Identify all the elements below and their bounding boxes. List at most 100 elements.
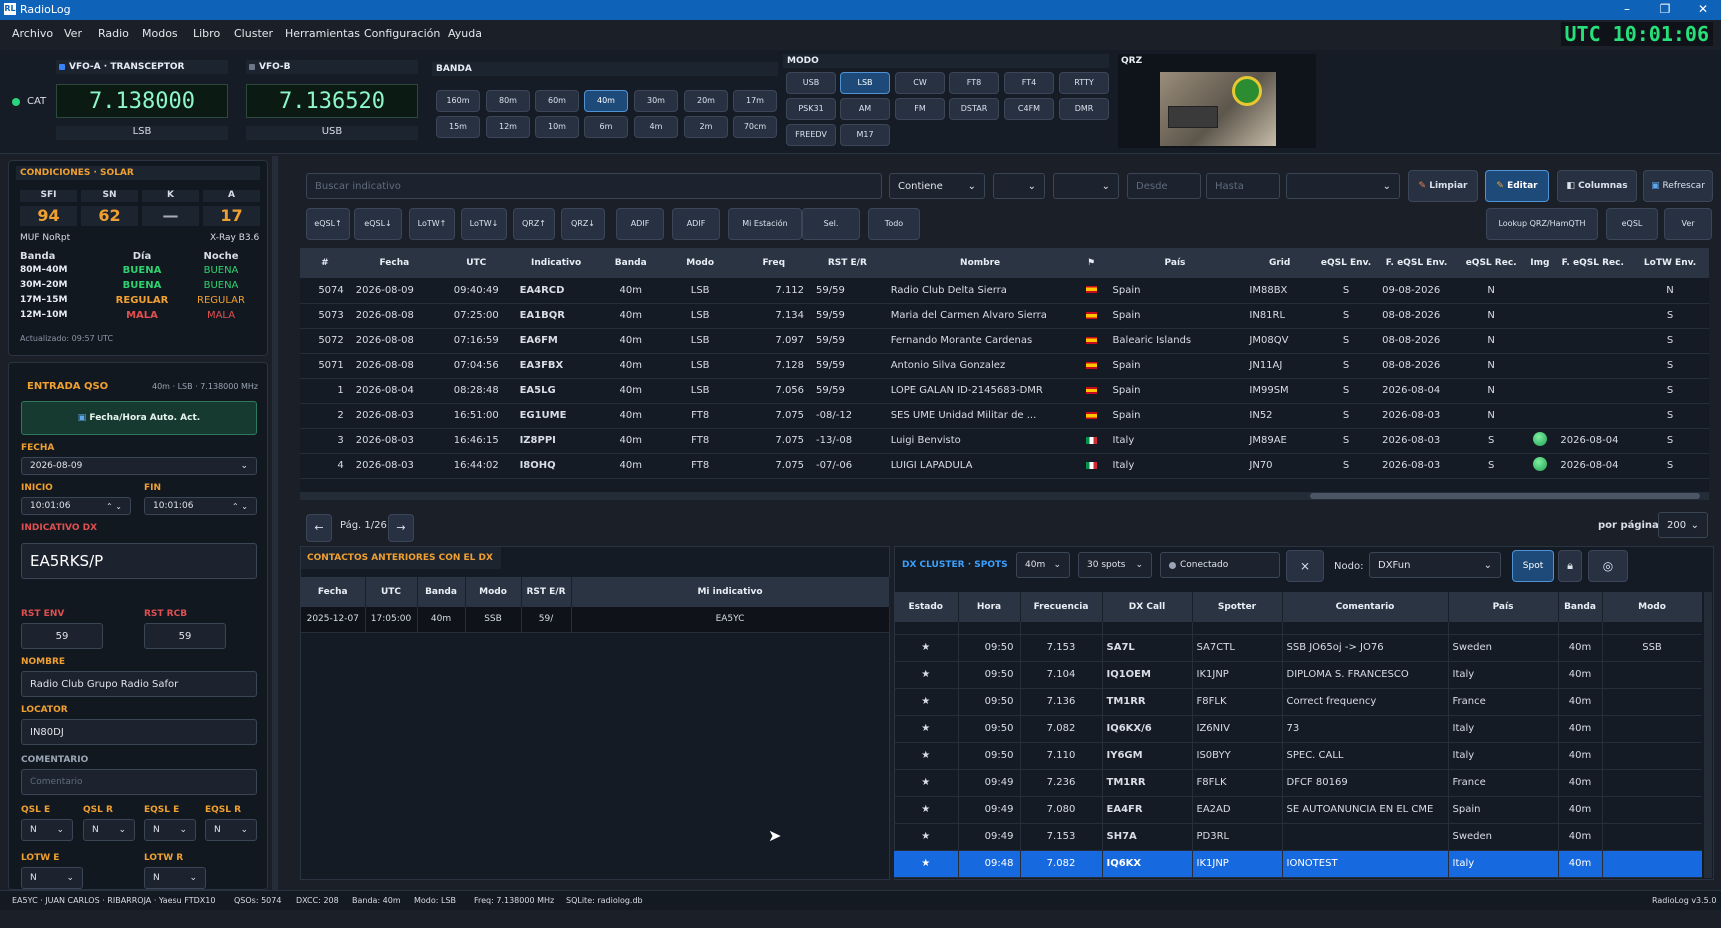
mode-cw-button[interactable]: CW [895, 72, 945, 94]
menu-modos[interactable]: Modos [142, 27, 178, 40]
cluster-row[interactable]: ★ 09:50 7.082 IQ6KX/6 IZ6NIV 73 Italy 40m [894, 715, 1702, 743]
log-col-header[interactable]: LoTW Env. [1631, 248, 1709, 278]
comentario-input[interactable]: Comentario [21, 769, 257, 795]
tool-button-3[interactable]: LoTW↓ [461, 208, 507, 240]
log-row[interactable]: 5071 2026-08-08 07:04:56 EA3FBX 40m LSB 7.128 5… [300, 353, 1709, 379]
menu-archivo[interactable]: Archivo [12, 27, 53, 40]
tool-button-0[interactable]: eQSL↑ [306, 208, 350, 240]
prev-col-header[interactable]: Fecha [301, 577, 366, 607]
log-row[interactable]: 5074 2026-08-09 09:40:49 EA4RCD 40m LSB 7.112 5… [300, 278, 1709, 304]
vfob-frequency[interactable]: 7.136520 [246, 84, 418, 118]
log-col-header[interactable]: UTC [438, 248, 514, 278]
cluster-col-header[interactable]: Banda [1558, 592, 1603, 622]
log-col-header[interactable]: Banda [598, 248, 663, 278]
qsl-select-1[interactable]: N ⌄ [83, 819, 135, 841]
menu-herramientas[interactable]: Herramientas [285, 27, 360, 40]
prev-col-header[interactable]: UTC [365, 577, 418, 607]
log-row[interactable]: 5073 2026-08-08 07:25:00 EA1BQR 40m LSB 7.134 5… [300, 303, 1709, 329]
spinner-icon[interactable]: ⌃ ⌄ [106, 502, 122, 511]
qsl-select-2[interactable]: N ⌄ [144, 819, 196, 841]
prev-page-button[interactable]: ← [306, 514, 332, 542]
band-160m-button[interactable]: 160m [436, 90, 480, 112]
match-mode-select[interactable]: Contiene ⌄ [889, 173, 985, 199]
menu-libro[interactable]: Libro [193, 27, 220, 40]
band-17m-button[interactable]: 17m [733, 90, 777, 112]
fecha-field[interactable]: 2026-08-09 ⌄ [21, 457, 257, 475]
band-60m-button[interactable]: 60m [535, 90, 579, 112]
eqsl-image-icon[interactable] [1532, 432, 1547, 446]
log-col-header[interactable]: Freq [737, 248, 811, 278]
log-col-header[interactable]: Modo [662, 248, 738, 278]
mode-am-button[interactable]: AM [840, 98, 890, 120]
filter-select-1[interactable]: ⌄ [993, 173, 1045, 199]
cluster-row[interactable]: ★ 09:50 7.136 TM1RR F8FLK Correct frequency Fr… [894, 688, 1702, 716]
menu-ver[interactable]: Ver [64, 27, 82, 40]
log-row[interactable]: 2 2026-08-03 16:51:00 EG1UME 40m FT8 7.075 -08/… [300, 403, 1709, 429]
band-2m-button[interactable]: 2m [684, 116, 728, 138]
locator-input[interactable]: IN80DJ [21, 719, 257, 745]
mode-fm-button[interactable]: FM [895, 98, 945, 120]
log-col-header[interactable]: eQSL Env. [1315, 248, 1377, 278]
log-col-header[interactable]: País [1106, 248, 1244, 278]
tool-right-button-1[interactable]: eQSL [1606, 208, 1658, 240]
menu-cluster[interactable]: Cluster [234, 27, 273, 40]
band-70cm-button[interactable]: 70cm [733, 116, 777, 138]
mode-psk31-button[interactable]: PSK31 [786, 98, 836, 120]
cluster-col-header[interactable]: Hora [958, 592, 1021, 622]
band-12m-button[interactable]: 12m [486, 116, 530, 138]
search-input[interactable]: Buscar indicativo [306, 173, 882, 199]
menu-ayuda[interactable]: Ayuda [448, 27, 482, 40]
log-col-header[interactable]: Grid [1243, 248, 1316, 278]
columnas-button[interactable]: ◧ Columnas [1557, 170, 1637, 202]
log-col-header[interactable]: Nombre [884, 248, 1076, 278]
desde-input[interactable]: Desde [1127, 173, 1201, 199]
cluster-col-header[interactable]: DX Call [1102, 592, 1193, 622]
rst-env-input[interactable]: 59 [21, 623, 103, 649]
limpiar-button[interactable]: ✎ Limpiar [1408, 170, 1478, 202]
cluster-row[interactable]: ★ 09:49 7.236 TM1RR F8FLK DFCF 80169 France 40m [894, 769, 1702, 797]
cluster-col-header[interactable]: Estado [894, 592, 959, 622]
cluster-spots-select[interactable]: 30 spots ⌄ [1078, 552, 1152, 578]
band-15m-button[interactable]: 15m [436, 116, 480, 138]
cluster-row-selected[interactable]: ★ 09:48 7.082 IQ6KX IK1JNP IONOTEST Italy 40m [894, 850, 1702, 878]
mode-freedv-button[interactable]: FREEDV [786, 124, 836, 146]
tool-right-button-2[interactable]: Ver [1664, 208, 1712, 240]
mode-lsb-button[interactable]: LSB [840, 72, 890, 94]
log-col-header[interactable]: eQSL Rec. [1456, 248, 1526, 278]
auto-datetime-button[interactable]: ▣ Fecha/Hora Auto. Act. [21, 401, 257, 435]
mode-rtty-button[interactable]: RTTY [1059, 72, 1109, 94]
tool-button-8[interactable]: Mi Estación [728, 208, 802, 240]
fin-field[interactable]: 10:01:06 ⌃ ⌄ [144, 497, 257, 515]
cluster-row[interactable]: ★ 09:50 7.153 SA7L SA7CTL SSB JO65oj -> JO76 S… [894, 634, 1702, 662]
cluster-scrollbar[interactable] [1704, 592, 1712, 878]
vfoa-frequency[interactable]: 7.138000 [56, 84, 228, 118]
rst-rcb-input[interactable]: 59 [144, 623, 226, 649]
prev-col-header[interactable]: Mi indicativo [571, 577, 890, 607]
refrescar-button[interactable]: ▣ Refrescar [1643, 170, 1713, 202]
next-page-button[interactable]: → [388, 514, 414, 542]
band-30m-button[interactable]: 30m [634, 90, 678, 112]
nodo-select[interactable]: DXFun ⌄ [1369, 552, 1501, 578]
log-col-header[interactable]: Img [1525, 248, 1555, 278]
log-col-header[interactable]: RST E/R [810, 248, 885, 278]
qsl-select-0[interactable]: N ⌄ [21, 819, 73, 841]
log-row[interactable]: 4 2026-08-03 16:44:02 I8OHQ 40m FT8 7.075 -07/-… [300, 453, 1709, 479]
prev-row[interactable]: 2025-12-07 17:05:00 40m SSB 59/EA5YC [301, 607, 890, 633]
tool-right-button-0[interactable]: Lookup QRZ/HamQTH [1486, 208, 1598, 240]
filter-select-3[interactable]: ⌄ [1286, 173, 1400, 199]
mode-usb-button[interactable]: USB [786, 72, 836, 94]
spinner-icon[interactable]: ⌃ ⌄ [232, 502, 248, 511]
cluster-row[interactable]: ★ 09:50 7.110 IY6GM IS0BYY SPEC. CALL Italy 40m [894, 742, 1702, 770]
mode-m17-button[interactable]: M17 [840, 124, 890, 146]
tool-button-9[interactable]: Sel. [802, 208, 860, 240]
log-col-header[interactable]: # [300, 248, 350, 278]
cluster-row[interactable]: ★ 09:49 7.080 EA4FR EA2AD SE AUTOANUNCIA EN E… [894, 796, 1702, 824]
band-6m-button[interactable]: 6m [584, 116, 628, 138]
log-col-header[interactable]: F. eQSL Env. [1376, 248, 1457, 278]
close-icon[interactable]: ✕ [1693, 2, 1713, 18]
qsl-select-3[interactable]: N ⌄ [205, 819, 257, 841]
cluster-col-header[interactable]: Comentario [1282, 592, 1449, 622]
lotw-select-1[interactable]: N ⌄ [144, 867, 206, 889]
filter-select-2[interactable]: ⌄ [1053, 173, 1119, 199]
log-col-header[interactable]: F. eQSL Rec. [1554, 248, 1632, 278]
